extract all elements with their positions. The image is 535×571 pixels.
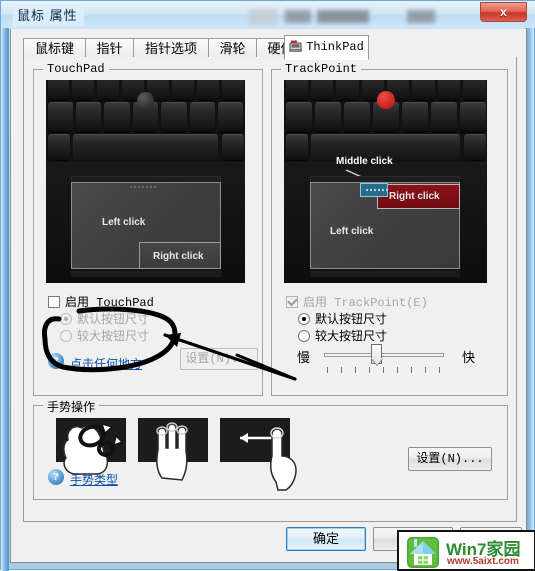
titlebar-blurred-region-3 [317, 10, 369, 23]
trackpoint-speed-slow-label: 慢 [297, 350, 311, 365]
swipe-left-gesture-icon [240, 427, 297, 491]
tab-mouse-buttons[interactable]: 鼠标键 [23, 38, 86, 58]
touchpad-settings-button[interactable]: 设置(N)... [180, 348, 258, 370]
trackpoint-speed-slider-ticks [327, 367, 440, 373]
touchpad-large-size-radio[interactable] [60, 330, 72, 342]
tab-wheel[interactable]: 滑轮 [208, 38, 257, 58]
trackpoint-left-click-label: Left click [330, 226, 374, 237]
trackpoint-illustration: Middle click Right click Left click [284, 80, 487, 283]
trackpoint-middle-click-label: Middle click [336, 156, 393, 167]
trackpoint-speed-slider-thumb[interactable] [371, 344, 382, 364]
tab-pointer-options[interactable]: 指针选项 [133, 38, 209, 58]
window-frame-left [1, 1, 9, 571]
trackpoint-radio-default-row[interactable]: 默认按钮尺寸 [298, 310, 387, 327]
touchpad-enable-label: 启用 TouchPad [65, 296, 154, 310]
titlebar-blurred-region-4 [407, 10, 435, 23]
trackpoint-large-size-label: 较大按钮尺寸 [315, 329, 388, 343]
touchpad-illustration: Left click Right click [46, 80, 245, 283]
gestures-settings-button[interactable]: 设置(N)... [408, 447, 492, 471]
trackpoint-default-size-label: 默认按钮尺寸 [315, 312, 388, 326]
close-button[interactable]: x [480, 2, 527, 22]
dialog-client-area: 鼠标键 指针 指针选项 滑轮 硬件 ThinkPad TouchPad Left… [10, 29, 527, 563]
watermark-url: www.5aixt.com [447, 556, 519, 567]
gestures-group-title: 手势操作 [43, 398, 100, 415]
touchpad-right-click-label: Right click [153, 251, 204, 262]
titlebar-blurred-region-2 [285, 10, 311, 23]
trackpoint-enable-row[interactable]: 启用 TrackPoint(E) [286, 293, 428, 310]
thinkpad-tab-page: TouchPad Left click Right click 启用 Touch… [23, 57, 517, 522]
titlebar-blurred-region-1 [249, 9, 277, 25]
trackpoint-group-title: TrackPoint [281, 62, 362, 76]
tab-pointers[interactable]: 指针 [85, 38, 134, 58]
help-question-icon-touchpad[interactable]: ? [48, 353, 64, 369]
trackpoint-speed-slider-track[interactable] [324, 353, 444, 357]
trackpoint-speed-fast-label: 快 [462, 350, 476, 365]
touchpad-group: TouchPad Left click Right click 启用 Touch… [33, 62, 263, 396]
touchpad-radio-default-row[interactable]: 默认按钮尺寸 [60, 310, 149, 327]
touchpad-enable-row[interactable]: 启用 TouchPad [48, 293, 154, 310]
gestures-group: 手势操作 ? 手势类型 设置(N)... [33, 398, 508, 500]
tab-thinkpad[interactable]: ThinkPad [284, 35, 369, 60]
title-bar: 鼠标 属性 x [1, 1, 535, 28]
touchpad-default-size-radio[interactable] [60, 313, 72, 325]
touchpad-help-link[interactable]: 点击任何地方 [70, 355, 142, 372]
thinkpad-icon [288, 38, 303, 61]
trackpoint-nub-red [377, 91, 395, 109]
trackpoint-right-click-label: Right click [389, 191, 440, 202]
touchpad-default-size-label: 默认按钮尺寸 [77, 312, 150, 326]
win7-home-logo-icon [407, 537, 439, 568]
trackpoint-group: TrackPoint Middle click Right click Left… [271, 62, 508, 396]
trackpoint-large-size-radio[interactable] [298, 330, 310, 342]
help-question-icon-gestures[interactable]: ? [48, 469, 64, 485]
trackpoint-enable-checkbox[interactable] [286, 296, 298, 308]
touchpad-left-click-label: Left click [102, 217, 146, 228]
touchpad-large-size-label: 较大按钮尺寸 [77, 329, 150, 343]
touchpad-enable-checkbox[interactable] [48, 296, 60, 308]
mouse-properties-window: 鼠标 属性 x 鼠标键 指针 指针选项 滑轮 硬件 ThinkPad Touch… [0, 0, 535, 571]
trackpoint-enable-label: 启用 TrackPoint(E) [303, 296, 428, 310]
touchpad-radio-large-row[interactable]: 较大按钮尺寸 [60, 327, 149, 344]
ok-button[interactable]: 确定 [286, 527, 366, 551]
trackpoint-nub-grey [137, 92, 154, 109]
window-title: 鼠标 属性 [13, 4, 84, 26]
watermark: Win7家园 www.5aixt.com [397, 530, 535, 571]
gestures-help-link[interactable]: 手势类型 [70, 471, 118, 488]
tab-thinkpad-label: ThinkPad [306, 40, 364, 54]
touchpad-group-title: TouchPad [43, 62, 109, 76]
trackpoint-default-size-radio[interactable] [298, 313, 310, 325]
three-finger-gesture-icon [156, 422, 188, 481]
tab-strip: 鼠标键 指针 指针选项 滑轮 硬件 ThinkPad [23, 35, 517, 60]
trackpoint-radio-large-row[interactable]: 较大按钮尺寸 [298, 327, 387, 344]
